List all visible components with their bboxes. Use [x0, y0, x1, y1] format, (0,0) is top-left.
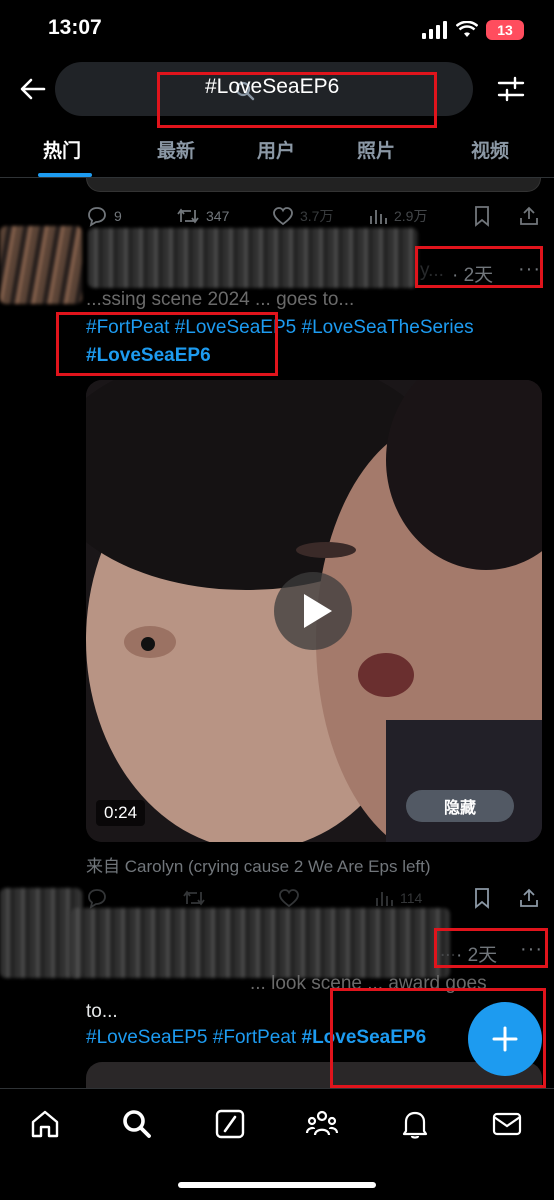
- share-icon[interactable]: [518, 887, 540, 909]
- status-icons: 13: [422, 20, 524, 40]
- hide-media-button[interactable]: 隐藏: [406, 790, 514, 822]
- tab-latest[interactable]: 最新: [157, 136, 195, 163]
- tab-photos[interactable]: 照片: [357, 136, 395, 163]
- retweet-count: 347: [206, 208, 230, 224]
- heart-icon: [273, 207, 293, 226]
- grok-icon[interactable]: [213, 1107, 247, 1141]
- bookmark-icon[interactable]: [472, 205, 492, 227]
- views-action[interactable]: 2.9万: [368, 206, 468, 226]
- views-chart-icon: [376, 892, 393, 906]
- tab-people[interactable]: 用户: [257, 136, 295, 163]
- like-count: 3.7万: [300, 208, 334, 224]
- retweet-action[interactable]: [182, 887, 278, 909]
- view-count: 2.9万: [394, 208, 428, 224]
- reply-action[interactable]: 9: [86, 205, 176, 227]
- hashtag-link[interactable]: #FortPeat: [213, 1027, 296, 1048]
- next-media-preview[interactable]: [86, 1062, 542, 1088]
- home-icon[interactable]: [28, 1107, 62, 1141]
- tweet-hashtags: #LoveSeaEP5 #FortPeat #LoveSeaEP6: [86, 1024, 426, 1052]
- tweet-timestamp: · 2天: [456, 945, 498, 966]
- tweet-text-line: to...: [86, 1001, 118, 1022]
- search-icon[interactable]: [120, 1107, 154, 1141]
- communities-icon[interactable]: [305, 1107, 339, 1141]
- view-count: 114: [400, 890, 423, 906]
- retweet-icon: [177, 208, 199, 224]
- cellular-signal-icon: [422, 21, 447, 39]
- hashtag-link-highlighted[interactable]: #LoveSeaEP6: [86, 345, 211, 366]
- search-tabs: 热门 最新 用户 照片 视频: [0, 126, 554, 178]
- search-bar[interactable]: #LoveSeaEP6: [55, 62, 473, 116]
- reply-icon: [88, 889, 106, 909]
- reply-icon: [88, 207, 106, 227]
- tweet-handle-fragment: y...: [420, 260, 444, 281]
- tweet-handle-fragment: ...: [440, 940, 456, 961]
- compose-button[interactable]: [468, 1002, 542, 1076]
- share-icon[interactable]: [518, 205, 540, 227]
- plus-icon: [492, 1026, 518, 1052]
- tweet-text-fragment: ... look scene ... award goes: [250, 973, 487, 994]
- retweet-icon: [183, 890, 205, 906]
- hashtag-link[interactable]: #LoveSeaEP5: [86, 1027, 208, 1048]
- like-action[interactable]: [278, 887, 374, 909]
- status-time: 13:07: [48, 16, 102, 39]
- hashtag-link[interactable]: #LoveSeaEP5: [175, 317, 297, 338]
- tab-top[interactable]: 热门: [43, 136, 81, 163]
- notifications-bell-icon[interactable]: [398, 1107, 432, 1141]
- previous-media-edge: [86, 178, 541, 192]
- play-icon: [304, 594, 332, 628]
- heart-icon: [279, 889, 299, 908]
- wifi-icon: [456, 21, 478, 37]
- active-tab-indicator: [38, 173, 92, 177]
- play-button[interactable]: [274, 572, 352, 650]
- reply-count: 9: [114, 208, 122, 224]
- redacted-avatar: [0, 226, 82, 304]
- hashtag-link[interactable]: #LoveSeaTheSeries: [302, 317, 474, 338]
- back-arrow-icon[interactable]: [18, 74, 48, 104]
- redacted-username: [70, 908, 450, 978]
- status-bar: 13:07 13: [0, 0, 554, 58]
- messages-envelope-icon[interactable]: [490, 1107, 524, 1141]
- tab-videos[interactable]: 视频: [471, 136, 509, 163]
- more-options-icon[interactable]: ···: [520, 938, 543, 961]
- views-action[interactable]: 114: [374, 888, 474, 908]
- home-indicator: [178, 1182, 376, 1188]
- more-options-icon[interactable]: ···: [518, 258, 541, 281]
- filter-settings-icon[interactable]: [496, 74, 526, 104]
- redacted-username: [88, 228, 418, 288]
- tweet-hashtags: #FortPeat #LoveSeaEP5 #LoveSeaTheSeries: [86, 314, 474, 342]
- hashtag-link-highlighted[interactable]: #LoveSeaEP6: [302, 1027, 427, 1048]
- search-results-feed: 9 347 3.7万 2.9万 y... · 2天 ··· ...ssing s…: [0, 178, 554, 1088]
- battery-icon: 13: [486, 20, 524, 40]
- reply-action[interactable]: [86, 887, 182, 909]
- like-action[interactable]: 3.7万: [272, 205, 368, 227]
- video-source-attribution: 来自 Carolyn (crying cause 2 We Are Eps le…: [86, 857, 431, 876]
- video-duration: 0:24: [96, 800, 146, 826]
- tweet-video[interactable]: 0:24 隐藏: [86, 380, 542, 842]
- views-chart-icon: [370, 210, 387, 224]
- tweet-timestamp: · 2天: [452, 265, 494, 286]
- tweet-hashtag-line: #LoveSeaEP6: [86, 342, 211, 370]
- retweet-action[interactable]: 347: [176, 205, 272, 227]
- hashtag-link[interactable]: #FortPeat: [86, 317, 169, 338]
- bookmark-icon[interactable]: [472, 887, 492, 909]
- tweet-text-fragment: ...ssing scene 2024 ... goes to...: [86, 289, 355, 310]
- search-header: #LoveSeaEP6: [0, 58, 554, 122]
- search-query[interactable]: #LoveSeaEP6: [205, 75, 339, 99]
